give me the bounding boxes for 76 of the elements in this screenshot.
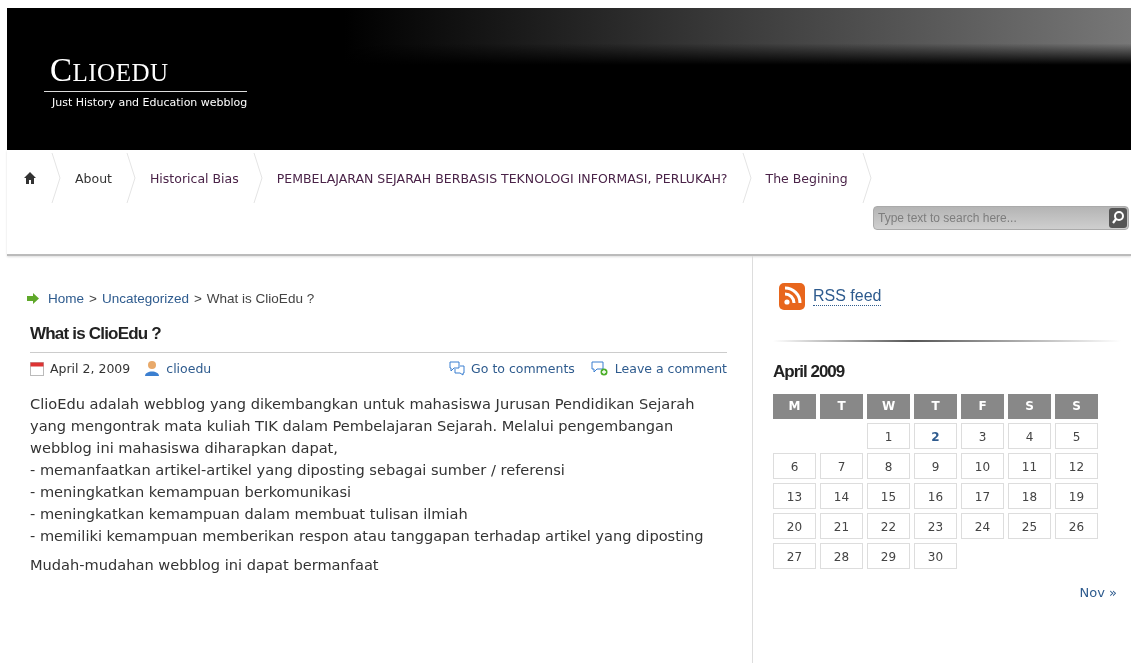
- arrow-icon: [27, 293, 39, 304]
- nav-separator: [51, 153, 61, 203]
- user-icon: [144, 360, 161, 376]
- calendar-day: 27: [773, 543, 816, 569]
- calendar-day: 15: [867, 483, 910, 509]
- weekday-header: F: [961, 394, 1004, 419]
- weekday-header: M: [773, 394, 816, 419]
- add-comment-icon[interactable]: [590, 360, 609, 376]
- post-paragraph: - memiliki kemampuan memberikan respon atau tanggapan terhadap artikel yang diposting: [30, 526, 705, 546]
- calendar-day: 12: [1055, 453, 1098, 479]
- search-icon[interactable]: [1109, 208, 1127, 228]
- calendar-day: 22: [867, 513, 910, 539]
- nav-separator: [861, 153, 872, 203]
- weekday-header: T: [914, 394, 957, 419]
- calendar-day: 23: [914, 513, 957, 539]
- post-paragraph: - meningkatkan kemampuan berkomunikasi: [30, 482, 353, 502]
- calendar-day: 10: [961, 453, 1004, 479]
- breadcrumb-separator: >: [193, 291, 202, 306]
- nav-link[interactable]: About: [61, 170, 126, 186]
- calendar-day: 8: [867, 453, 910, 479]
- calendar-day: 30: [914, 543, 957, 569]
- calendar-day: 9: [914, 453, 957, 479]
- calendar-day: 24: [961, 513, 1004, 539]
- calendar-day: 11: [1008, 453, 1051, 479]
- weekday-header: S: [1055, 394, 1098, 419]
- next-month-link[interactable]: Nov »: [1079, 585, 1117, 600]
- calendar-icon: [30, 360, 44, 376]
- leave-comment-link[interactable]: Leave a comment: [614, 360, 727, 376]
- calendar-day: 14: [820, 483, 863, 509]
- post-paragraph: ClioEdu adalah webblog yang dikembangkan untuk mahasiswa Jurusan Pendidikan Sejarah yang mengontrak mata kuliah TIK dalam Pembelajaran Sejarah. Melalui pengembangan webblog ini mahasiswa diharapkan dapat,: [30, 394, 696, 458]
- calendar-day: 3: [961, 423, 1004, 449]
- calendar-day: 19: [1055, 483, 1098, 509]
- post-title: What is ClioEdu ?: [30, 324, 727, 353]
- breadcrumb-current: What is ClioEdu ?: [206, 291, 315, 306]
- search-field[interactable]: Type text to search here...: [873, 206, 1129, 230]
- calendar-day: 20: [773, 513, 816, 539]
- author-link[interactable]: clioedu: [166, 360, 212, 376]
- rss-feed-link[interactable]: RSS feed: [813, 287, 882, 306]
- calendar-day: 28: [820, 543, 863, 569]
- calendar-day: 25: [1008, 513, 1051, 539]
- go-to-comments-link[interactable]: Go to comments: [471, 360, 575, 376]
- calendar-day: 1: [867, 423, 910, 449]
- weekday-header: T: [820, 394, 863, 419]
- calendar-day: 6: [773, 453, 816, 479]
- calendar-day: 21: [820, 513, 863, 539]
- nav-separator: [741, 153, 752, 203]
- post-paragraph: - meningkatkan kemampuan dalam membuat tulisan ilmiah: [30, 504, 469, 524]
- post-date: April 2, 2009: [50, 360, 131, 376]
- post-paragraph: Mudah-mudahan webblog ini dapat bermanfaat: [30, 555, 380, 575]
- calendar-day: 7: [820, 453, 863, 479]
- calendar-day: 4: [1008, 423, 1051, 449]
- weekday-header: S: [1008, 394, 1051, 419]
- post-paragraph: - memanfaatkan artikel-artikel yang diposting sebagai sumber / referensi: [30, 460, 566, 480]
- nav-link[interactable]: Historical Bias: [135, 170, 253, 186]
- nav-link[interactable]: PEMBELAJARAN SEJARAH BERBASIS TEKNOLOGI INFORMASI, PERLUKAH?: [262, 170, 742, 186]
- calendar-day: 26: [1055, 513, 1098, 539]
- calendar-title: April 2009: [773, 362, 846, 382]
- rss-icon[interactable]: [779, 283, 805, 310]
- breadcrumb-separator: >: [89, 291, 97, 306]
- breadcrumb-link[interactable]: Home: [48, 291, 84, 306]
- calendar-day[interactable]: 2: [914, 423, 957, 449]
- calendar-day: 29: [867, 543, 910, 569]
- calendar-day: 17: [961, 483, 1004, 509]
- nav-separator: [125, 153, 136, 203]
- site-tagline: Just History and Education webblog: [52, 96, 248, 109]
- nav-separator: [252, 153, 263, 203]
- calendar-day: 5: [1055, 423, 1098, 449]
- comments-icon[interactable]: [449, 360, 466, 376]
- calendar-day: 13: [773, 483, 816, 509]
- calendar-day: 16: [914, 483, 957, 509]
- home-icon[interactable]: [23, 171, 37, 185]
- calendar-day: 18: [1008, 483, 1051, 509]
- site-title[interactable]: CLIOEDU: [44, 54, 248, 92]
- breadcrumb-link[interactable]: Uncategorized: [101, 291, 189, 306]
- nav-link[interactable]: The Begining: [751, 170, 862, 186]
- weekday-header: W: [867, 394, 910, 419]
